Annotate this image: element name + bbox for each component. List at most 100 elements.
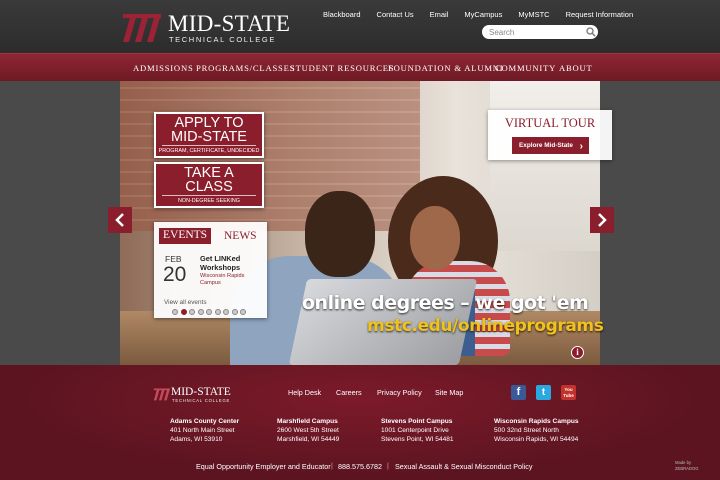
apply-button[interactable]: APPLY TO MID-STATE PROGRAM, CERTIFICATE,…: [154, 112, 264, 158]
nav-student-resources[interactable]: STUDENT RESOURCES: [290, 63, 394, 73]
kitchen-window: [490, 81, 600, 251]
chevron-right-icon: ›: [579, 141, 583, 152]
youtube-icon[interactable]: You Tube: [561, 385, 576, 400]
logo-name: MID-STATE: [168, 11, 291, 36]
footer-logo-name: MID-STATE: [171, 386, 231, 398]
site-header: MID-STATE TECHNICAL COLLEGE Blackboard C…: [0, 0, 720, 53]
explore-label: Explore Mid-State: [519, 142, 573, 149]
link-blackboard[interactable]: Blackboard: [323, 10, 361, 19]
logo-tagline: TECHNICAL COLLEGE: [169, 35, 276, 44]
link-privacy-policy[interactable]: Privacy Policy: [377, 388, 422, 397]
view-all-events-link[interactable]: View all events: [164, 299, 207, 306]
misconduct-policy-link[interactable]: Sexual Assault & Sexual Misconduct Polic…: [395, 462, 532, 471]
virtual-tour-title: VIRTUAL TOUR: [504, 116, 596, 130]
campus-name[interactable]: Adams County Center: [170, 417, 239, 426]
campus-city: Adams, WI 53910: [170, 436, 223, 443]
slide-dot[interactable]: [197, 309, 204, 315]
logo-mark-icon: [153, 388, 170, 401]
carousel-prev-button[interactable]: [108, 207, 132, 233]
link-contact-us[interactable]: Contact Us: [377, 10, 414, 19]
online-degrees-tagline: online degrees – we got 'em: [302, 292, 589, 314]
slide-dot[interactable]: [214, 309, 221, 315]
separator: |: [331, 461, 333, 470]
equal-opportunity-link[interactable]: Equal Opportunity Employer and Educator: [196, 462, 331, 471]
link-request-information[interactable]: Request Information: [566, 10, 634, 19]
info-icon[interactable]: i: [571, 346, 584, 359]
campus-wisconsin-rapids: Wisconsin Rapids Campus 500 32nd Street …: [494, 417, 579, 444]
campus-stevens-point: Stevens Point Campus 1001 Centerpoint Dr…: [381, 417, 454, 444]
events-panel: EVENTS NEWS FEB 20 Get LINKed Workshops …: [154, 222, 267, 318]
search-input[interactable]: [482, 25, 598, 39]
slide-dot[interactable]: [223, 309, 229, 315]
take-a-class-button[interactable]: TAKE A CLASS NON-DEGREE SEEKING: [154, 162, 264, 208]
slide-dot[interactable]: [172, 309, 178, 315]
campus-street: 1001 Centerpoint Drive: [381, 427, 449, 434]
main-nav: ADMISSIONS PROGRAMS/CLASSES STUDENT RESO…: [0, 53, 720, 81]
slide-dot-active[interactable]: [180, 309, 187, 315]
nav-community[interactable]: COMMUNITY: [495, 63, 556, 73]
slide-dot[interactable]: [206, 309, 212, 315]
nav-programs-classes[interactable]: PROGRAMS/CLASSES: [196, 63, 295, 73]
girl-face: [410, 206, 460, 270]
twitter-icon[interactable]: t: [536, 385, 551, 400]
divider: [162, 145, 256, 146]
apply-subtitle: PROGRAM, CERTIFICATE, UNDECIDED: [158, 148, 260, 154]
online-programs-url[interactable]: mstc.edu/onlineprograms: [367, 316, 604, 336]
footer-logo[interactable]: MID-STATE TECHNICAL COLLEGE: [153, 386, 233, 406]
campus-name[interactable]: Wisconsin Rapids Campus: [494, 417, 579, 426]
campus-city: Stevens Point, WI 54481: [381, 436, 454, 443]
link-mycampus[interactable]: MyCampus: [464, 10, 502, 19]
take-class-title-line2: CLASS: [185, 179, 233, 195]
event-day: 20: [163, 263, 187, 286]
link-site-map[interactable]: Site Map: [435, 388, 463, 397]
phone-number[interactable]: 888.575.6782: [338, 462, 382, 471]
logo-mark-icon: [123, 14, 161, 42]
tab-news[interactable]: NEWS: [224, 230, 257, 242]
campus-street: 2600 West 5th Street: [277, 427, 339, 434]
campus-city: Marshfield, WI 54449: [277, 436, 340, 443]
facebook-glyph: f: [516, 386, 521, 398]
chevron-left-icon: [115, 213, 124, 227]
apply-title-line2: MID-STATE: [171, 129, 247, 145]
event-title-link[interactable]: Get LINKed Workshops: [200, 254, 262, 272]
nav-admissions[interactable]: ADMISSIONS: [133, 63, 194, 73]
made-by-agency: ZEBRADOG: [675, 466, 699, 471]
footer-logo-tagline: TECHNICAL COLLEGE: [172, 398, 231, 403]
event-location: Wisconsin Rapids Campus: [200, 273, 245, 286]
father-head: [305, 191, 375, 277]
separator: |: [387, 461, 389, 470]
apply-title-line1: APPLY TO: [174, 115, 244, 131]
slide-dot[interactable]: [189, 309, 195, 315]
explore-mid-state-button[interactable]: Explore Mid-State ›: [512, 137, 589, 154]
youtube-glyph: You Tube: [563, 387, 574, 398]
campus-street: 500 32nd Street North: [494, 427, 559, 434]
site-footer: MID-STATE TECHNICAL COLLEGE Help Desk Ca…: [0, 365, 720, 480]
campus-adams: Adams County Center 401 North Main Stree…: [170, 417, 239, 444]
link-help-desk[interactable]: Help Desk: [288, 388, 321, 397]
tab-events[interactable]: EVENTS: [159, 228, 212, 244]
nav-about[interactable]: ABOUT: [559, 63, 593, 73]
link-email[interactable]: Email: [430, 10, 449, 19]
chevron-right-icon: [598, 213, 607, 227]
facebook-icon[interactable]: f: [511, 385, 526, 400]
utility-links: Blackboard Contact Us Email MyCampus MyM…: [323, 10, 633, 19]
link-mymstc[interactable]: MyMSTC: [518, 10, 549, 19]
divider: [162, 195, 256, 196]
campus-street: 401 North Main Street: [170, 427, 235, 434]
take-class-subtitle: NON-DEGREE SEEKING: [177, 198, 240, 204]
carousel-next-button[interactable]: [590, 207, 614, 233]
magnifier-icon[interactable]: [586, 27, 596, 37]
made-by-credit[interactable]: Made by ZEBRADOG: [675, 460, 699, 472]
slide-dot[interactable]: [240, 309, 246, 315]
slide-dot[interactable]: [231, 309, 238, 315]
take-class-title-line1: TAKE A: [184, 165, 234, 181]
campus-name[interactable]: Stevens Point Campus: [381, 417, 454, 426]
campus-marshfield: Marshfield Campus 2600 West 5th Street M…: [277, 417, 339, 444]
link-careers[interactable]: Careers: [336, 388, 362, 397]
twitter-glyph: t: [541, 387, 546, 398]
college-logo[interactable]: MID-STATE TECHNICAL COLLEGE: [121, 11, 291, 45]
campus-city: Wisconsin Rapids, WI 54494: [494, 436, 579, 443]
nav-foundation-alumni[interactable]: FOUNDATION & ALUMNI: [388, 63, 503, 73]
campus-name[interactable]: Marshfield Campus: [277, 417, 339, 426]
virtual-tour-panel: VIRTUAL TOUR Explore Mid-State ›: [488, 110, 612, 160]
